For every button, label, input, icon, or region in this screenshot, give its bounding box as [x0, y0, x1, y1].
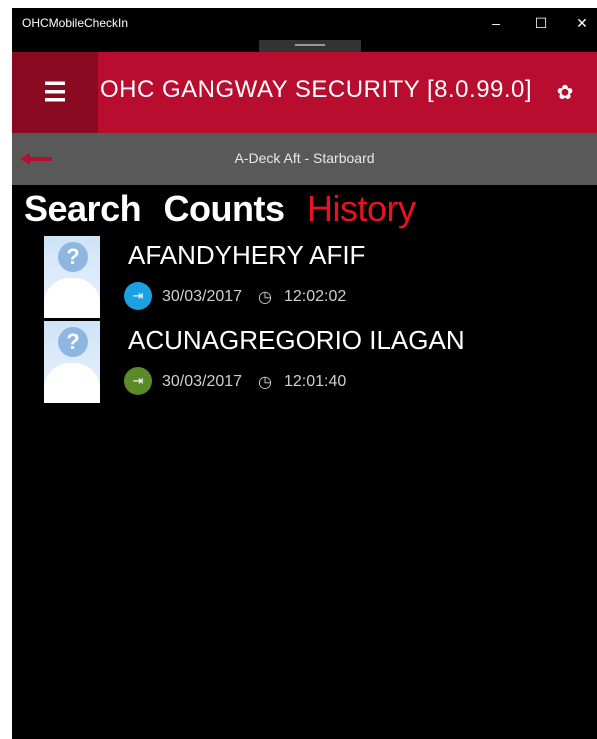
- avatar-body: [44, 278, 100, 318]
- entry-time: 12:01:40: [284, 373, 347, 390]
- entry-date: 30/03/2017: [162, 373, 243, 390]
- tab-history[interactable]: History: [307, 188, 416, 230]
- window-title: OHCMobileCheckIn: [22, 16, 129, 30]
- drag-handle-bar: [295, 44, 325, 46]
- entry-date: 30/03/2017: [162, 288, 243, 305]
- maximize-button[interactable]: ☐: [526, 11, 556, 35]
- person-name: AFANDYHERY AFIF: [128, 240, 366, 270]
- clock-icon: ◷: [258, 374, 272, 391]
- clock-icon: ◷: [258, 289, 272, 306]
- hamburger-menu-icon[interactable]: ☰: [12, 52, 98, 133]
- close-button[interactable]: ✕: [567, 11, 597, 35]
- app-window: OHCMobileCheckIn – ☐ ✕ ☰ OHC GANGWAY SEC…: [12, 8, 597, 739]
- window-titlebar: OHCMobileCheckIn – ☐ ✕: [12, 8, 597, 40]
- list-item[interactable]: ? AFANDYHERY AFIF ⇥ 30/03/2017 ◷ 12:02:0…: [12, 236, 597, 321]
- question-mark-icon: ?: [58, 242, 88, 272]
- question-mark-icon: ?: [58, 327, 88, 357]
- tab-counts[interactable]: Counts: [164, 188, 285, 230]
- app-header: ☰ OHC GANGWAY SECURITY [8.0.99.0] ✿: [12, 52, 597, 133]
- minimize-button[interactable]: –: [481, 11, 511, 35]
- gear-icon[interactable]: ✿: [550, 78, 580, 108]
- tab-strip: Search Counts History: [24, 188, 433, 234]
- location-label: A-Deck Aft - Starboard: [234, 150, 375, 166]
- avatar-body: [44, 363, 100, 403]
- app-header-title: OHC GANGWAY SECURITY [8.0.99.0]: [100, 76, 533, 103]
- entry-time: 12:02:02: [284, 288, 347, 305]
- sign-in-icon: ⇥: [124, 282, 152, 310]
- history-list: ? AFANDYHERY AFIF ⇥ 30/03/2017 ◷ 12:02:0…: [12, 236, 597, 406]
- avatar: ?: [44, 321, 100, 403]
- sign-in-icon: ⇥: [124, 367, 152, 395]
- avatar: ?: [44, 236, 100, 318]
- tab-search[interactable]: Search: [24, 188, 142, 230]
- person-name: ACUNAGREGORIO ILAGAN: [128, 325, 465, 355]
- drag-handle[interactable]: [259, 40, 361, 52]
- location-bar: A-Deck Aft - Starboard: [12, 133, 597, 185]
- list-item[interactable]: ? ACUNAGREGORIO ILAGAN ⇥ 30/03/2017 ◷ 12…: [12, 321, 597, 406]
